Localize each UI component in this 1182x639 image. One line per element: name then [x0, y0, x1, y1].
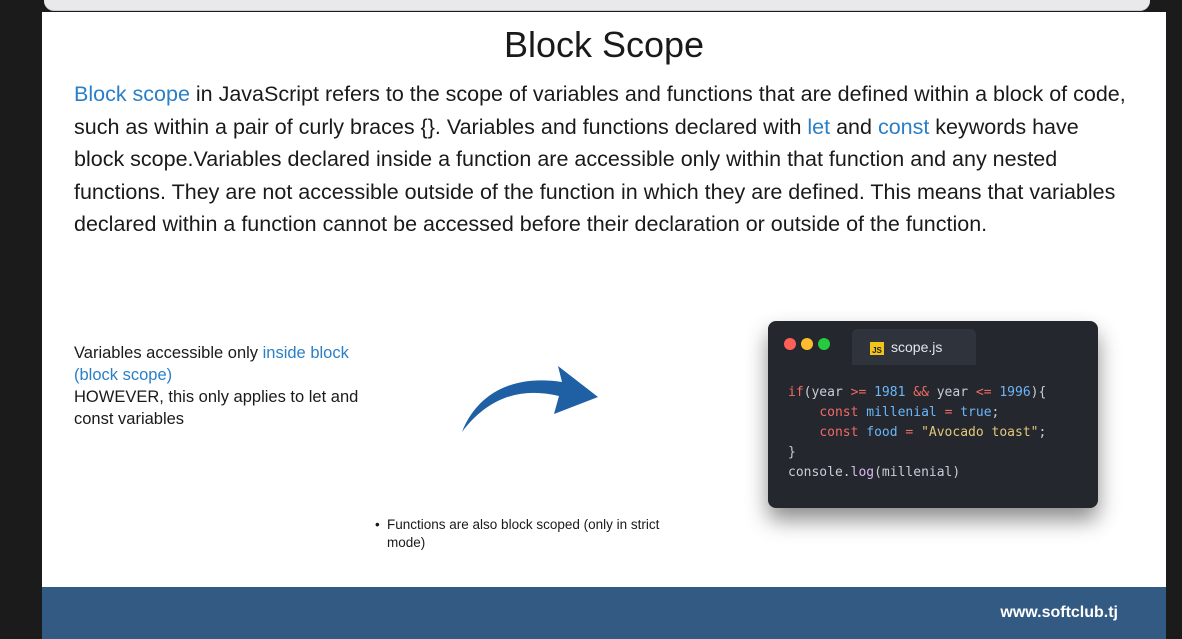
footer-url[interactable]: www.softclub.tj — [1000, 604, 1118, 622]
js-file-icon: JS — [870, 342, 884, 355]
scope-note: Variables accessible only inside block (… — [74, 342, 394, 430]
slide: Block Scope Block scope in JavaScript re… — [42, 12, 1166, 639]
curved-arrow-icon — [462, 366, 598, 432]
note-text-1: Variables accessible only — [74, 344, 263, 362]
footer-bar: www.softclub.tj — [42, 587, 1166, 639]
intro-paragraph: Block scope in JavaScript refers to the … — [74, 78, 1134, 241]
note-text-2: HOWEVER, this only applies to let and co… — [74, 388, 359, 428]
file-tab-scope-js[interactable]: JS scope.js — [852, 329, 976, 365]
const-keyword: const — [877, 114, 930, 139]
maximize-dot-icon[interactable] — [818, 338, 830, 350]
window-controls — [784, 337, 835, 355]
browser-top-bar — [44, 0, 1150, 11]
close-dot-icon[interactable] — [784, 338, 796, 350]
let-keyword: let — [807, 114, 831, 139]
file-tab-label: scope.js — [891, 339, 943, 355]
intro-and: and — [830, 114, 878, 139]
bullet-item: • Functions are also block scoped (only … — [375, 516, 677, 552]
slide-title: Block Scope — [503, 24, 705, 65]
bullet-dot-icon: • — [375, 517, 380, 532]
block-scope-term: Block scope — [74, 82, 190, 106]
bullet-text: Functions are also block scoped (only in… — [387, 517, 660, 550]
code-editor-window: JS scope.js if(year >= 1981 && year <= 1… — [768, 321, 1098, 508]
minimize-dot-icon[interactable] — [801, 338, 813, 350]
code-block: if(year >= 1981 && year <= 1996){ const … — [788, 385, 1047, 480]
